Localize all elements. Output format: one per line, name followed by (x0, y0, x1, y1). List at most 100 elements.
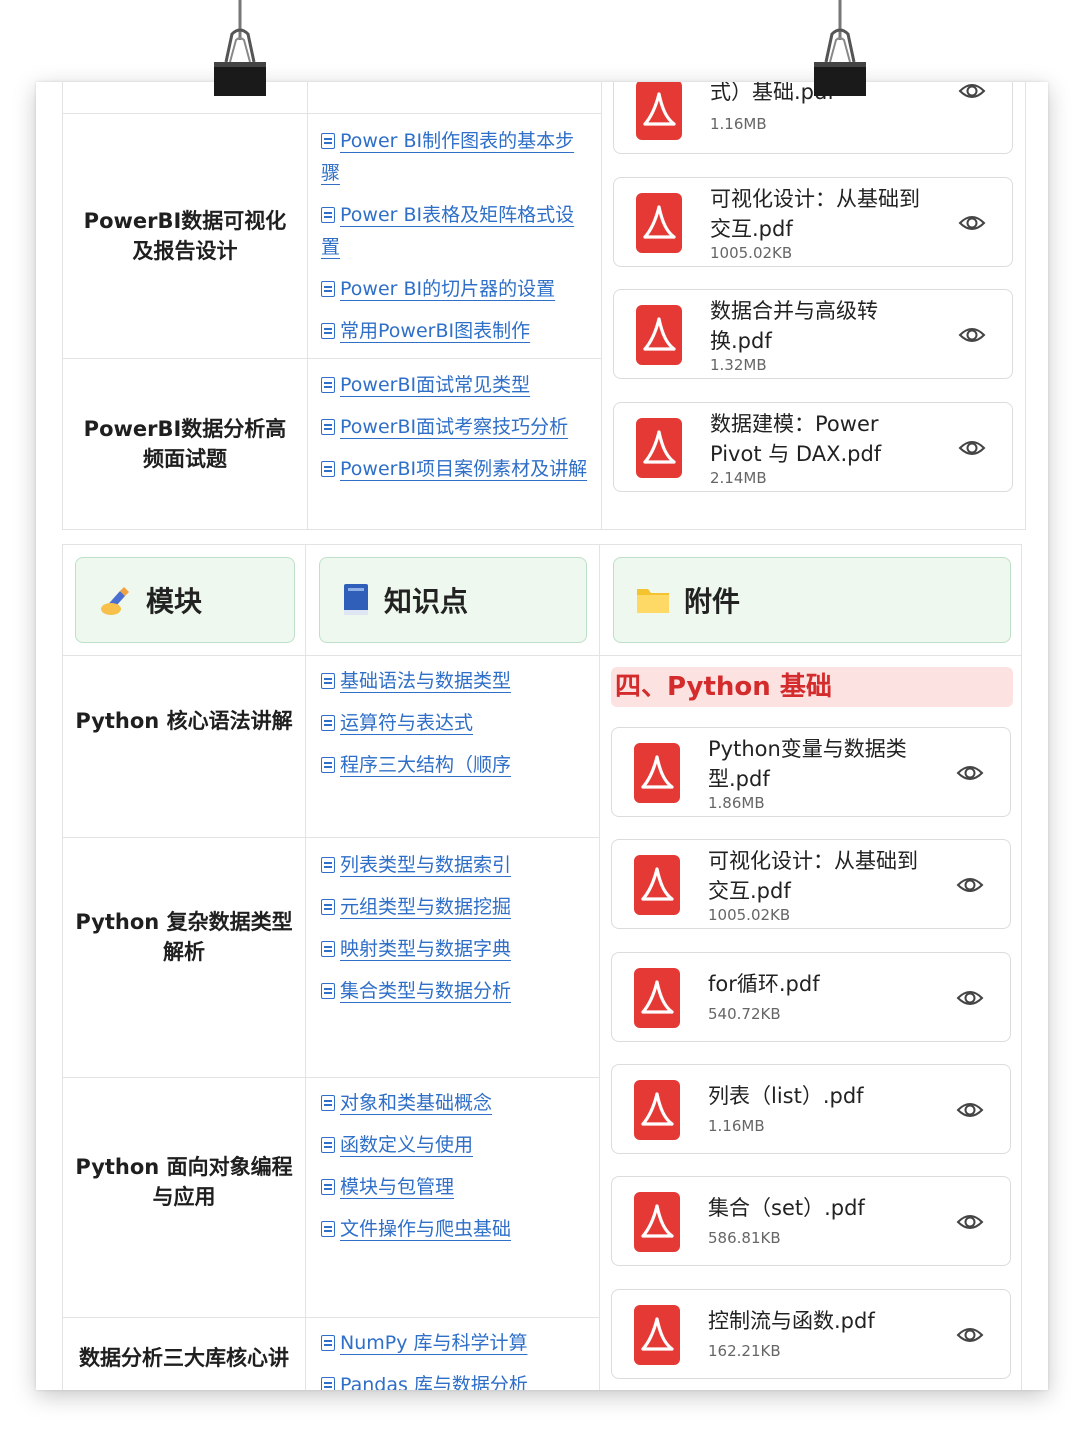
writing-hand-icon (101, 587, 129, 615)
file-name: 可视化设计：从基础到交互.pdf (708, 849, 918, 903)
knowledge-link[interactable]: 集合类型与数据分析 (321, 975, 589, 1007)
file-card[interactable]: 可视化设计：从基础到交互.pdf 1005.02KB (613, 177, 1013, 267)
document-icon (321, 461, 335, 477)
eye-icon[interactable] (958, 323, 986, 347)
module-label: Python 复杂数据类型解析 (75, 910, 293, 964)
eye-icon[interactable] (956, 1323, 984, 1347)
document-icon (321, 899, 335, 915)
module-cell: Python 复杂数据类型解析 (63, 837, 305, 1037)
document-icon (321, 673, 335, 689)
knowledge-link[interactable]: 常用PowerBI图表制作 (321, 315, 589, 347)
knowledge-link[interactable]: Pandas 库与数据分析 (321, 1369, 589, 1390)
module-cell: PowerBI数据可视化及报告设计 (63, 113, 307, 358)
section-title: 四、Python 基础 (611, 667, 1013, 707)
file-name: 控制流与函数.pdf (708, 1309, 875, 1333)
file-name: for循环.pdf (708, 972, 820, 996)
knowledge-link[interactable]: PowerBI项目案例素材及讲解 (321, 453, 589, 485)
eye-icon[interactable] (958, 211, 986, 235)
module-cell: Python 核心语法讲解 (63, 655, 305, 787)
file-size: 540.72KB (708, 1005, 781, 1023)
file-name: 集合（set）.pdf (708, 1196, 865, 1220)
document-icon (321, 281, 335, 297)
knowledge-link[interactable]: Power BI制作图表的基本步骤 (321, 125, 589, 189)
document-icon (321, 207, 335, 223)
knowledge-list: 基础语法与数据类型 运算符与表达式 程序三大结构（顺序 (321, 665, 589, 791)
file-card[interactable]: 数据建模：Power Pivot 与 DAX.pdf 2.14MB (613, 402, 1013, 492)
file-size: 1.16MB (708, 1117, 765, 1135)
knowledge-list: 对象和类基础概念 函数定义与使用 模块与包管理 文件操作与爬虫基础 (321, 1087, 589, 1255)
folder-icon (637, 589, 669, 613)
file-card[interactable]: Python变量与数据类型.pdf 1.86MB (611, 727, 1011, 817)
file-name: 可视化设计：从基础到交互.pdf (710, 187, 920, 241)
file-card[interactable]: 数据合并与高级转换.pdf 1.32MB (613, 289, 1013, 379)
knowledge-list: PowerBI面试常见类型 PowerBI面试考察技巧分析 PowerBI项目案… (321, 369, 589, 495)
document-sheet: PowerBI数据可视化及报告设计 Power BI制作图表的基本步骤 Powe… (36, 82, 1048, 1390)
document-icon (321, 715, 335, 731)
module-label: Python 面向对象编程与应用 (75, 1155, 293, 1209)
file-card[interactable]: 可视化设计：从基础到交互.pdf 1005.02KB (611, 839, 1011, 929)
knowledge-link[interactable]: 对象和类基础概念 (321, 1087, 589, 1119)
file-size: 1005.02KB (708, 906, 791, 924)
pdf-icon (636, 193, 682, 253)
document-icon (321, 133, 335, 149)
file-size: 2.14MB (710, 469, 767, 487)
knowledge-link[interactable]: NumPy 库与科学计算 (321, 1327, 589, 1359)
knowledge-link[interactable]: 函数定义与使用 (321, 1129, 589, 1161)
knowledge-list: Power BI制作图表的基本步骤 Power BI表格及矩阵格式设置 Powe… (321, 125, 589, 357)
module-label: PowerBI数据分析高频面试题 (83, 417, 287, 471)
file-card[interactable]: 列表（list）.pdf 1.16MB (611, 1064, 1011, 1154)
module-label: 数据分析三大库核心讲 (79, 1346, 289, 1370)
file-card[interactable]: for循环.pdf 540.72KB (611, 952, 1011, 1042)
document-icon (321, 377, 335, 393)
file-size: 1.16MB (710, 115, 767, 133)
eye-icon[interactable] (956, 761, 984, 785)
pdf-icon (634, 1080, 680, 1140)
knowledge-list: NumPy 库与科学计算 Pandas 库与数据分析 (321, 1327, 589, 1390)
knowledge-link[interactable]: 运算符与表达式 (321, 707, 589, 739)
module-label: PowerBI数据可视化及报告设计 (83, 208, 287, 263)
knowledge-link[interactable]: 程序三大结构（顺序 (321, 749, 589, 781)
knowledge-link[interactable]: Power BI的切片器的设置 (321, 273, 589, 305)
header-knowledge: 知识点 (319, 557, 587, 643)
document-icon (321, 857, 335, 873)
eye-icon[interactable] (956, 873, 984, 897)
knowledge-link[interactable]: 映射类型与数据字典 (321, 933, 589, 965)
document-icon (321, 419, 335, 435)
pdf-icon (634, 743, 680, 803)
header-module: 模块 (75, 557, 295, 643)
eye-icon[interactable] (956, 986, 984, 1010)
pdf-icon (634, 1192, 680, 1252)
document-icon (321, 1335, 335, 1351)
document-icon (321, 941, 335, 957)
eye-icon[interactable] (956, 1098, 984, 1122)
file-name: 列表（list）.pdf (708, 1084, 864, 1108)
file-size: 162.21KB (708, 1342, 781, 1360)
module-cell: 数据分析三大库核心讲 (63, 1317, 305, 1390)
file-card[interactable]: 集合（set）.pdf 586.81KB (611, 1176, 1011, 1266)
document-icon (321, 1095, 335, 1111)
knowledge-list: 列表类型与数据索引 元组类型与数据挖掘 映射类型与数据字典 集合类型与数据分析 (321, 849, 589, 1017)
document-icon (321, 1179, 335, 1195)
knowledge-link[interactable]: 文件操作与爬虫基础 (321, 1213, 589, 1245)
knowledge-link[interactable]: 列表类型与数据索引 (321, 849, 589, 881)
pdf-icon (636, 418, 682, 478)
knowledge-link[interactable]: Power BI表格及矩阵格式设置 (321, 199, 589, 263)
document-icon (321, 983, 335, 999)
file-size: 1.86MB (708, 794, 765, 812)
eye-icon[interactable] (958, 436, 986, 460)
pdf-icon (634, 855, 680, 915)
document-icon (321, 757, 335, 773)
document-icon (321, 1377, 335, 1390)
knowledge-link[interactable]: 基础语法与数据类型 (321, 665, 589, 697)
knowledge-link[interactable]: PowerBI面试考察技巧分析 (321, 411, 589, 443)
eye-icon[interactable] (956, 1210, 984, 1234)
document-icon (321, 323, 335, 339)
knowledge-link[interactable]: PowerBI面试常见类型 (321, 369, 589, 401)
file-card[interactable]: 控制流与函数.pdf 162.21KB (611, 1289, 1011, 1379)
eye-icon[interactable] (958, 82, 986, 103)
knowledge-link[interactable]: 模块与包管理 (321, 1171, 589, 1203)
knowledge-link[interactable]: 元组类型与数据挖掘 (321, 891, 589, 923)
pdf-icon (636, 82, 682, 140)
module-label: Python 核心语法讲解 (75, 709, 293, 733)
pdf-icon (634, 1305, 680, 1365)
